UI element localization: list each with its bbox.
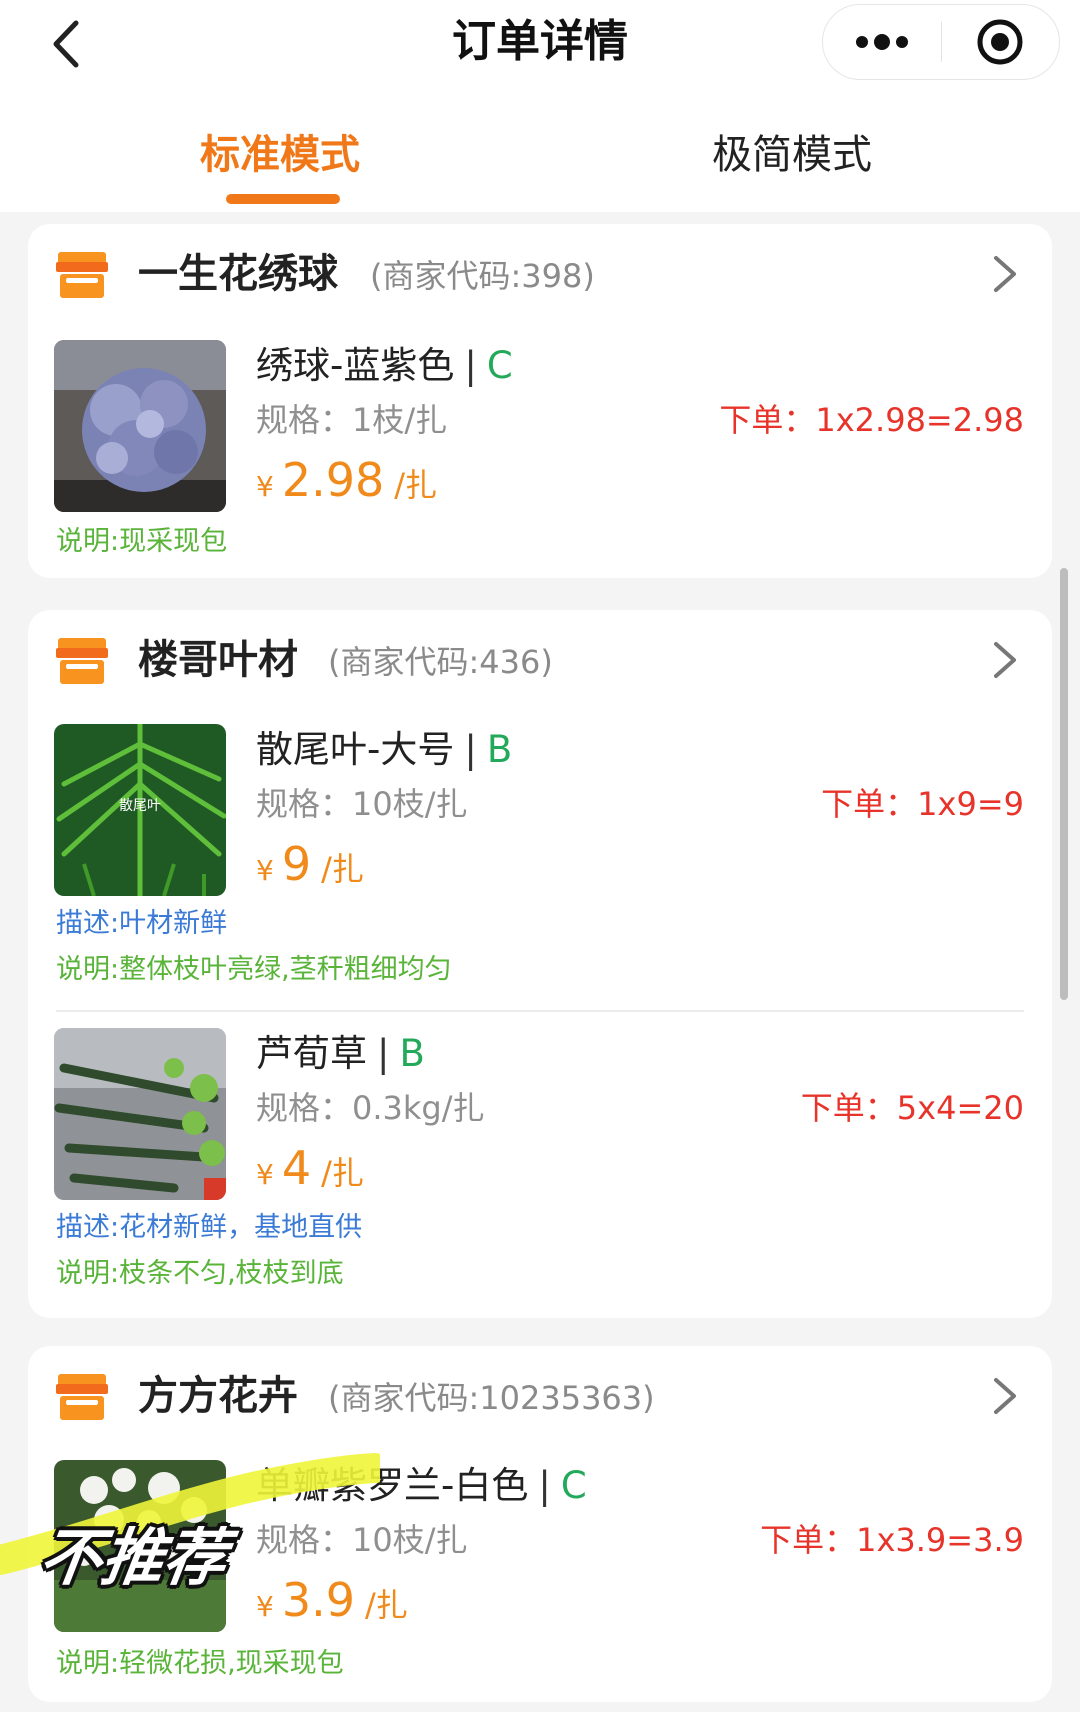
- shop-header[interactable]: 楼哥叶材 (商家代码:436): [28, 610, 1052, 710]
- shop-code: (商家代码:10235363): [328, 1379, 655, 1417]
- store-icon: [56, 638, 108, 684]
- product-name: 芦荀草: [256, 1032, 367, 1075]
- product-thumbnail[interactable]: [54, 340, 226, 512]
- shop-card: 一生花绣球 (商家代码:398) 绣球-蓝紫色 | C 规格：1枝/扎 下单：1…: [28, 224, 1052, 578]
- product-name: 散尾叶-大号: [256, 728, 455, 771]
- shop-header[interactable]: 一生花绣球 (商家代码:398): [28, 224, 1052, 324]
- asparagus-fern-image: [54, 1028, 226, 1200]
- tab-simple-mode[interactable]: 极简模式: [712, 130, 872, 180]
- order-calculation: 下单：5x4=20: [800, 1089, 1024, 1127]
- scrollbar-thumb[interactable]: [1060, 568, 1068, 1000]
- product-grade: C: [486, 344, 513, 387]
- more-dots-icon: [855, 34, 908, 50]
- price-unit: /扎: [321, 850, 364, 888]
- shop-name: 一生花绣球: [138, 251, 338, 297]
- hydrangea-image: [54, 340, 226, 512]
- chevron-right-icon: [994, 642, 1016, 678]
- product-grade: B: [486, 728, 513, 771]
- not-recommended-sticker: 不推荐: [34, 1521, 232, 1594]
- shop-card: 楼哥叶材 (商家代码:436) 散尾叶 散尾叶-大号 | B 规格：10枝/扎 …: [28, 610, 1052, 1318]
- store-icon: [56, 1374, 108, 1420]
- product-title: 绣球-蓝紫色 | C: [256, 342, 513, 390]
- shop-code: (商家代码:398): [370, 257, 595, 295]
- product-price: ¥2.98/扎: [256, 452, 437, 519]
- store-icon: [56, 252, 108, 298]
- product-price: ¥3.9/扎: [256, 1572, 408, 1639]
- order-calculation: 下单：1x2.98=2.98: [719, 401, 1024, 439]
- product-item[interactable]: 绣球-蓝紫色 | C 规格：1枝/扎 下单：1x2.98=2.98 ¥2.98/扎 …: [28, 340, 1052, 570]
- active-tab-indicator: [226, 194, 340, 204]
- chevron-right-icon: [994, 256, 1016, 292]
- miniprogram-capsule: [822, 4, 1060, 80]
- order-calculation: 下单：1x9=9: [821, 785, 1024, 823]
- title-separator: |: [464, 728, 477, 771]
- product-title: 芦荀草 | B: [256, 1030, 425, 1078]
- more-button[interactable]: [823, 4, 941, 80]
- mode-tabs: 标准模式 极简模式: [0, 96, 1080, 212]
- product-price: ¥4/扎: [256, 1140, 364, 1207]
- thumb-label: 散尾叶: [119, 798, 161, 814]
- product-description: 描述:叶材新鲜: [56, 908, 228, 939]
- close-button[interactable]: [942, 4, 1060, 80]
- price-value: 9: [281, 837, 312, 891]
- title-separator: |: [538, 1464, 551, 1507]
- product-name: 绣球-蓝紫色: [256, 344, 455, 387]
- product-spec: 规格：0.3kg/扎: [256, 1089, 485, 1127]
- price-value: 3.9: [281, 1573, 355, 1627]
- item-divider: [56, 1010, 1024, 1012]
- shop-code: (商家代码:436): [328, 643, 553, 681]
- product-item[interactable]: 散尾叶 散尾叶-大号 | B 规格：10枝/扎 下单：1x9=9 ¥9/扎 描述:叶…: [28, 724, 1052, 1014]
- shop-name: 楼哥叶材: [138, 637, 298, 683]
- product-note: 说明:现采现包: [56, 526, 228, 557]
- product-title: 散尾叶-大号 | B: [256, 726, 512, 774]
- currency-symbol: ¥: [256, 1590, 274, 1623]
- product-thumbnail[interactable]: [54, 1028, 226, 1200]
- price-unit: /扎: [364, 1586, 408, 1624]
- product-note: 说明:枝条不匀,枝枝到底: [56, 1258, 344, 1289]
- product-price: ¥9/扎: [256, 836, 364, 903]
- product-note: 说明:整体枝叶亮绿,茎秆粗细均匀: [56, 954, 452, 985]
- target-close-icon: [977, 19, 1023, 65]
- navigation-bar: 订单详情: [0, 0, 1080, 96]
- product-thumbnail[interactable]: 散尾叶: [54, 724, 226, 896]
- product-item[interactable]: 芦荀草 | B 规格：0.3kg/扎 下单：5x4=20 ¥4/扎 描述:花材新鲜，…: [28, 1028, 1052, 1308]
- currency-symbol: ¥: [256, 470, 274, 503]
- product-note: 说明:轻微花损,现采现包: [56, 1648, 344, 1679]
- currency-symbol: ¥: [256, 1158, 274, 1191]
- price-value: 4: [281, 1141, 312, 1195]
- order-calculation: 下单：1x3.9=3.9: [760, 1521, 1024, 1559]
- price-unit: /扎: [321, 1154, 364, 1192]
- product-grade: B: [399, 1032, 425, 1075]
- tab-standard-mode[interactable]: 标准模式: [200, 130, 360, 180]
- palm-leaf-image: 散尾叶: [54, 724, 226, 896]
- product-grade: C: [560, 1464, 587, 1507]
- price-unit: /扎: [394, 466, 438, 504]
- currency-symbol: ¥: [256, 854, 274, 887]
- product-description: 描述:花材新鲜，基地直供: [56, 1212, 363, 1243]
- title-separator: |: [464, 344, 477, 387]
- price-value: 2.98: [281, 453, 385, 507]
- title-separator: |: [377, 1032, 390, 1075]
- product-spec: 规格：1枝/扎: [256, 401, 448, 439]
- product-spec: 规格：10枝/扎: [256, 785, 468, 823]
- shop-name: 方方花卉: [138, 1373, 298, 1419]
- shop-header[interactable]: 方方花卉 (商家代码:10235363): [28, 1346, 1052, 1446]
- chevron-right-icon: [994, 1378, 1016, 1414]
